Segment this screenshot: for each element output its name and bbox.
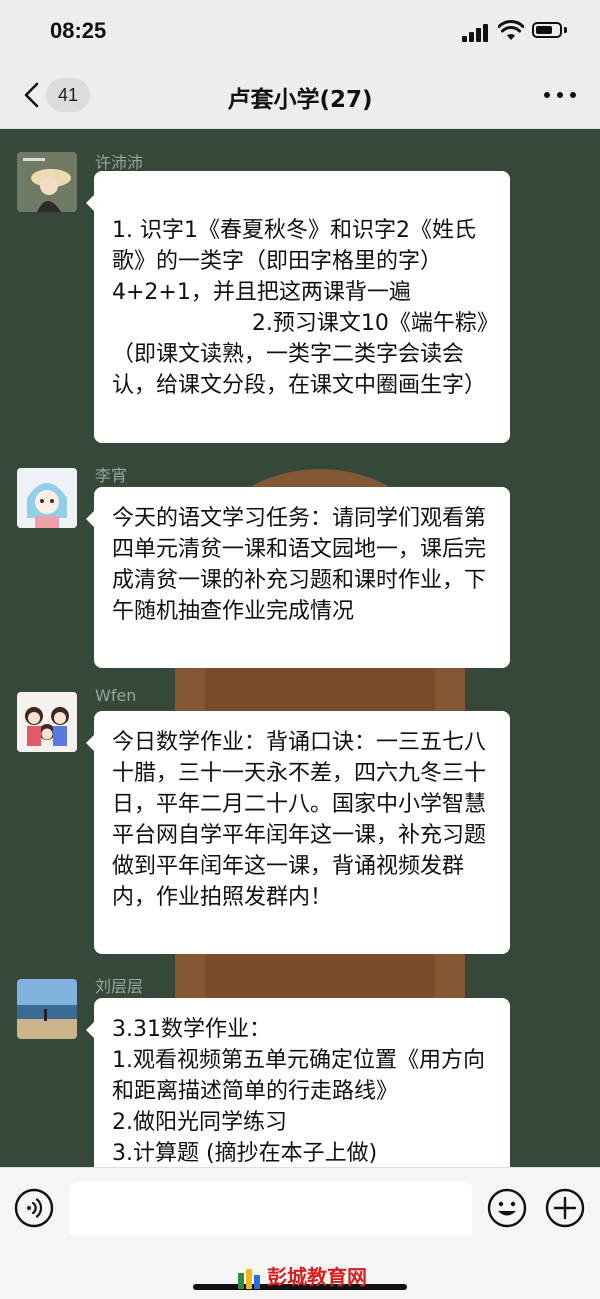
sender-name: 刘层层 [95,977,144,996]
avatar[interactable] [17,152,77,212]
status-time: 08:25 [50,18,107,43]
wifi-icon [498,20,524,40]
message-bubble[interactable]: 今日数学作业：背诵口诀：一三五七八十腊，三十一天永不差，四六九冬三十日，平年二月… [86,711,510,954]
emoji-icon[interactable] [487,1188,527,1228]
avatar[interactable] [17,468,77,528]
more-options-icon[interactable] [544,92,576,100]
avatar[interactable] [17,979,77,1039]
sender-name: 李宵 [95,466,128,485]
signal-icon [462,24,490,42]
message-bubble[interactable]: 1. 识字1《春夏秋冬》和识字2《姓氏歌》的一类字（即田字格里的字）4+2+1，… [86,171,510,443]
battery-tip [564,27,567,33]
battery-icon [532,22,562,38]
chat-area[interactable]: 许沛沛 1. 识字1《春夏秋冬》和识字2《姓氏歌》的一类字（即田字格里的字）4+… [0,129,600,1167]
avatar-anime-girl-icon [17,468,77,528]
avatar-beach-photo-icon [17,979,77,1039]
status-bar: 08:25 [0,0,600,62]
sender-name: Wfen [95,686,137,705]
watermark-text: 彭城教育网 [267,1265,367,1289]
chat-title: 卢套小学(27) [227,87,373,113]
chat-header: 41 卢套小学(27) [0,62,600,129]
message-input[interactable] [70,1182,472,1236]
sender-name: 许沛沛 [95,153,144,172]
more-actions-plus-icon[interactable] [545,1188,585,1228]
watermark-logo-icon [238,1268,260,1289]
avatar-girl-hat-icon [17,152,77,212]
message-bubble[interactable]: 今天的语文学习任务：请同学们观看第四单元清贫一课和语文园地一，课后完成清贫一课的… [86,487,510,668]
watermark: 彭城教育网 [222,1262,382,1298]
voice-input-icon[interactable] [14,1188,54,1228]
avatar[interactable] [17,692,77,752]
avatar-family-cartoon-icon [17,692,77,752]
message-bubble[interactable]: 3.31数学作业： 1.观看视频第五单元确定位置《用方向和距离描述简单的行走路线… [86,998,510,1167]
